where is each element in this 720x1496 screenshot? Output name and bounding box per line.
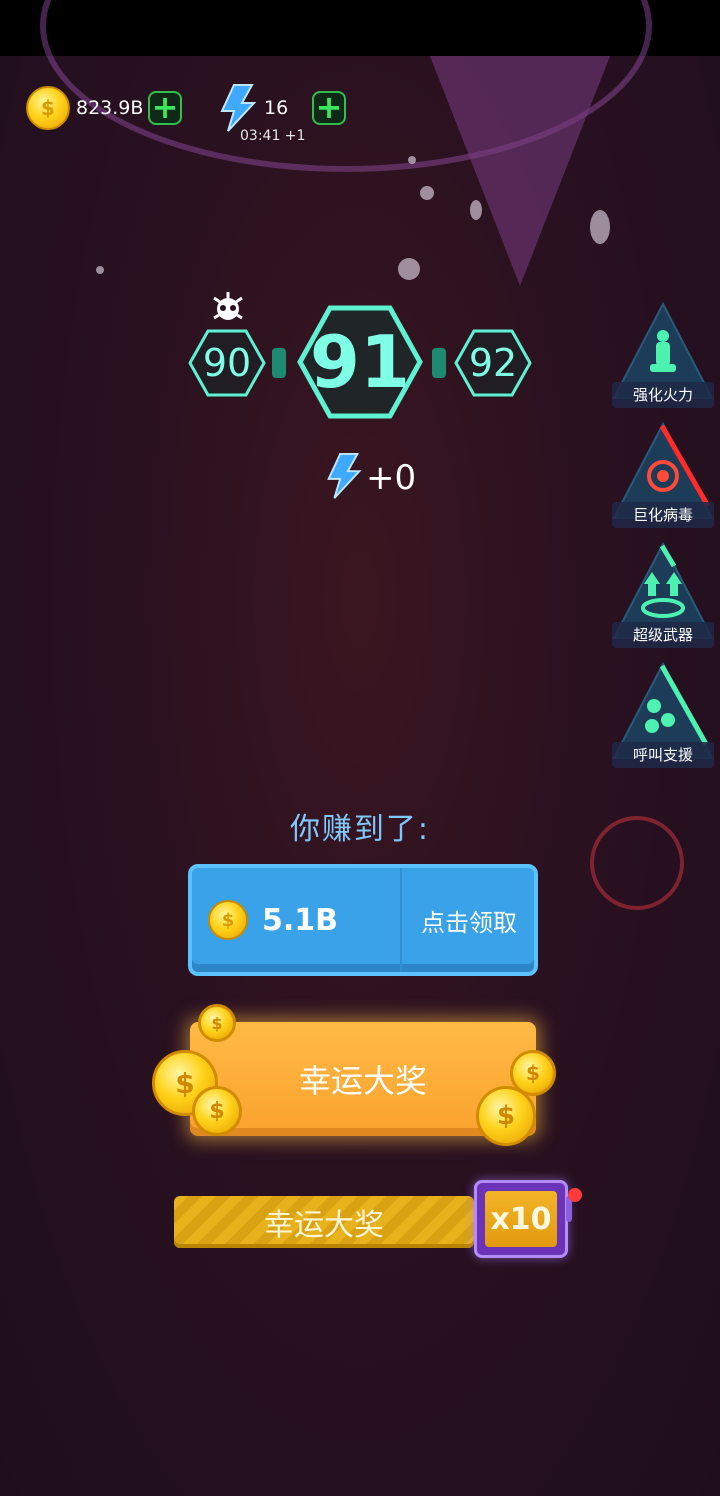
- side-button-label: 巨化病毒: [612, 502, 714, 528]
- energy-gain-value: +0: [366, 458, 417, 498]
- jackpot-button-label: 幸运大奖: [298, 1062, 427, 1100]
- energy-timer: 03:41 +1: [240, 128, 306, 144]
- lightning-icon: [324, 452, 364, 504]
- coin-icon: $: [26, 86, 70, 130]
- reward-amount: 5.1B: [262, 902, 339, 938]
- side-button-label: 强化火力: [612, 382, 714, 408]
- particle: [420, 186, 434, 200]
- call-support-button[interactable]: 呼叫支援: [612, 661, 714, 768]
- level-connector: [272, 348, 286, 378]
- next-level-hex: 92: [454, 328, 532, 398]
- level-connector: [432, 348, 446, 378]
- lightning-icon: [218, 84, 258, 132]
- earned-title: 你赚到了:: [289, 812, 431, 847]
- background-spike: [430, 56, 610, 286]
- previous-level: 90: [202, 341, 252, 385]
- particle: [398, 258, 420, 280]
- particle: [590, 210, 610, 244]
- side-button-label: 超级武器: [612, 622, 714, 648]
- coin-icon: $: [208, 900, 248, 940]
- next-level: 92: [468, 341, 518, 385]
- particle: [470, 200, 482, 220]
- coin-value: 823.9B: [76, 97, 144, 119]
- lucky-jackpot-bar[interactable]: 幸运大奖: [174, 1196, 474, 1248]
- giant-virus-button[interactable]: 巨化病毒: [612, 421, 714, 528]
- boost-firepower-button[interactable]: 强化火力: [612, 301, 714, 408]
- coin-counter: $ 823.9B: [26, 84, 143, 132]
- energy-value: 16: [264, 97, 289, 119]
- virus-skull-icon: [210, 292, 246, 324]
- coin-icon: $: [192, 1086, 242, 1136]
- claim-button[interactable]: $ 5.1B 点击领取: [188, 864, 538, 976]
- particle: [96, 266, 104, 274]
- super-weapon-button[interactable]: 超级武器: [612, 541, 714, 648]
- multiplier-value: x10: [485, 1191, 557, 1247]
- side-button-label: 呼叫支援: [612, 742, 714, 768]
- claim-label: 点击领取: [421, 908, 517, 937]
- add-coins-button[interactable]: +: [148, 91, 182, 125]
- divider: [400, 868, 402, 972]
- jackpot-bar-label: 幸运大奖: [264, 1208, 384, 1243]
- energy-gain: +0: [324, 452, 416, 504]
- energy-counter: 16: [218, 84, 288, 132]
- coin-icon: $: [198, 1004, 236, 1042]
- add-energy-button[interactable]: +: [312, 91, 346, 125]
- slot-lever-knob: [568, 1188, 582, 1202]
- previous-level-hex: 90: [188, 328, 266, 398]
- current-level: 91: [309, 320, 411, 404]
- current-level-hex: 91: [296, 304, 424, 420]
- particle: [408, 156, 416, 164]
- multiplier-slot[interactable]: x10: [474, 1180, 568, 1258]
- coin-icon: $: [476, 1086, 536, 1146]
